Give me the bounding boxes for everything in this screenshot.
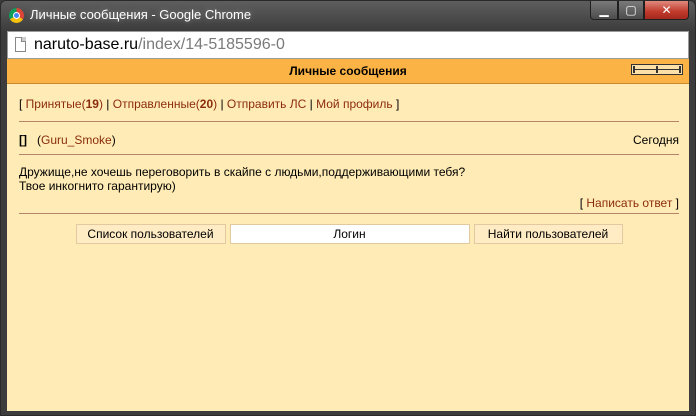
message-line: Дружище,не хочешь переговорить в скайпе … <box>19 165 466 179</box>
login-input[interactable]: Логин <box>229 224 470 244</box>
close-button[interactable]: ✕ <box>644 1 689 20</box>
minimize-button[interactable]: ▁ <box>590 1 618 20</box>
slider-knob[interactable] <box>656 66 658 73</box>
window-title: Личные сообщения - Google Chrome <box>30 7 252 22</box>
chrome-logo-icon <box>9 8 24 23</box>
nav-received-link[interactable]: Принятые(19) <box>26 97 103 111</box>
message-header: [] (Guru_Smoke) Сегодня <box>19 130 679 150</box>
message-line: Твое инкогнито гарантирую) <box>19 179 176 193</box>
received-count: 19 <box>85 97 99 111</box>
browser-window: Личные сообщения - Google Chrome ▁ ▢ ✕ n… <box>0 0 696 416</box>
address-bar[interactable]: naruto-base.ru/index/14-5185596-0 <box>7 31 689 59</box>
messages-nav: [ Принятые(19) | Отправленные(20) | Отпр… <box>19 97 400 111</box>
divider <box>19 154 679 155</box>
find-users-button[interactable]: Найти пользователей <box>473 224 623 244</box>
slider-left-stop <box>633 66 635 73</box>
nav-open-bracket: [ <box>19 97 26 111</box>
user-list-button[interactable]: Список пользователей <box>75 224 226 244</box>
url-text[interactable]: naruto-base.ru/index/14-5185596-0 <box>34 36 285 54</box>
reply-row: [ Написать ответ ] <box>579 196 679 210</box>
user-search-row: Список пользователей Логин Найти пользов… <box>19 224 679 244</box>
slider-widget-icon[interactable] <box>631 64 683 75</box>
nav-received-label: Принятые <box>25 97 82 111</box>
page-header: Личные сообщения <box>7 59 689 84</box>
divider <box>19 121 679 122</box>
url-path: /index/14-5185596-0 <box>138 36 285 53</box>
message-author-link[interactable]: Guru_Smoke <box>41 133 112 147</box>
divider <box>19 213 679 214</box>
nav-sent-label: Отправленные <box>112 97 196 111</box>
message-checkbox[interactable]: [] <box>19 133 27 147</box>
window-controls: ▁ ▢ ✕ <box>590 1 689 21</box>
nav-close-bracket: ] <box>392 97 400 111</box>
reply-link[interactable]: Написать ответ <box>586 196 672 210</box>
page-title: Личные сообщения <box>289 64 407 78</box>
nav-profile-link[interactable]: Мой профиль <box>316 97 393 111</box>
sent-count: 20 <box>199 97 214 111</box>
maximize-button[interactable]: ▢ <box>618 1 644 20</box>
url-domain: naruto-base.ru <box>34 36 139 53</box>
nav-send-link[interactable]: Отправить ЛС <box>227 97 306 111</box>
slider-right-stop <box>679 66 681 73</box>
page-content: Личные сообщения [ Принятые(19) | Отправ… <box>7 59 689 411</box>
nav-sent-link[interactable]: Отправленные(20) <box>113 97 217 111</box>
page-icon <box>15 37 26 52</box>
message-date: Сегодня <box>633 133 679 147</box>
title-bar[interactable]: Личные сообщения - Google Chrome ▁ ▢ ✕ <box>1 1 695 30</box>
message-body: Дружище,не хочешь переговорить в скайпе … <box>19 165 679 193</box>
messages-panel: [ Принятые(19) | Отправленные(20) | Отпр… <box>7 96 689 244</box>
